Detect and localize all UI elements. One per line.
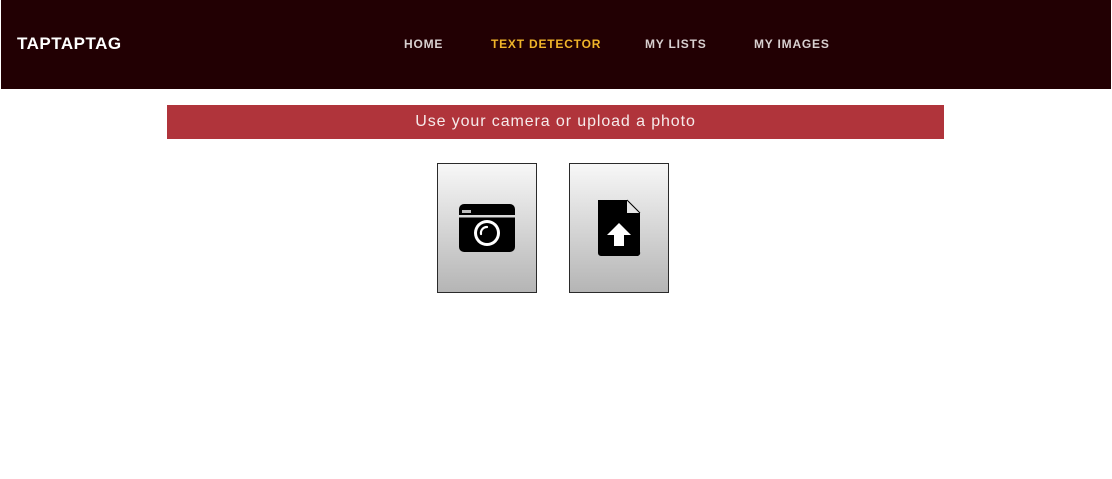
instruction-banner: Use your camera or upload a photo [167,105,944,139]
nav-my-lists[interactable]: MY LISTS [645,37,707,51]
upload-button[interactable] [569,163,669,293]
top-navbar: TAPTAPTAG HOME TEXT DETECTOR MY LISTS MY… [1,0,1111,89]
nav-text-detector[interactable]: TEXT DETECTOR [491,37,601,51]
camera-icon [459,204,515,252]
nav-my-images[interactable]: MY IMAGES [754,37,830,51]
file-upload-icon [598,199,641,257]
nav-home[interactable]: HOME [404,37,443,51]
brand-logo[interactable]: TAPTAPTAG [17,34,122,54]
camera-button[interactable] [437,163,537,293]
